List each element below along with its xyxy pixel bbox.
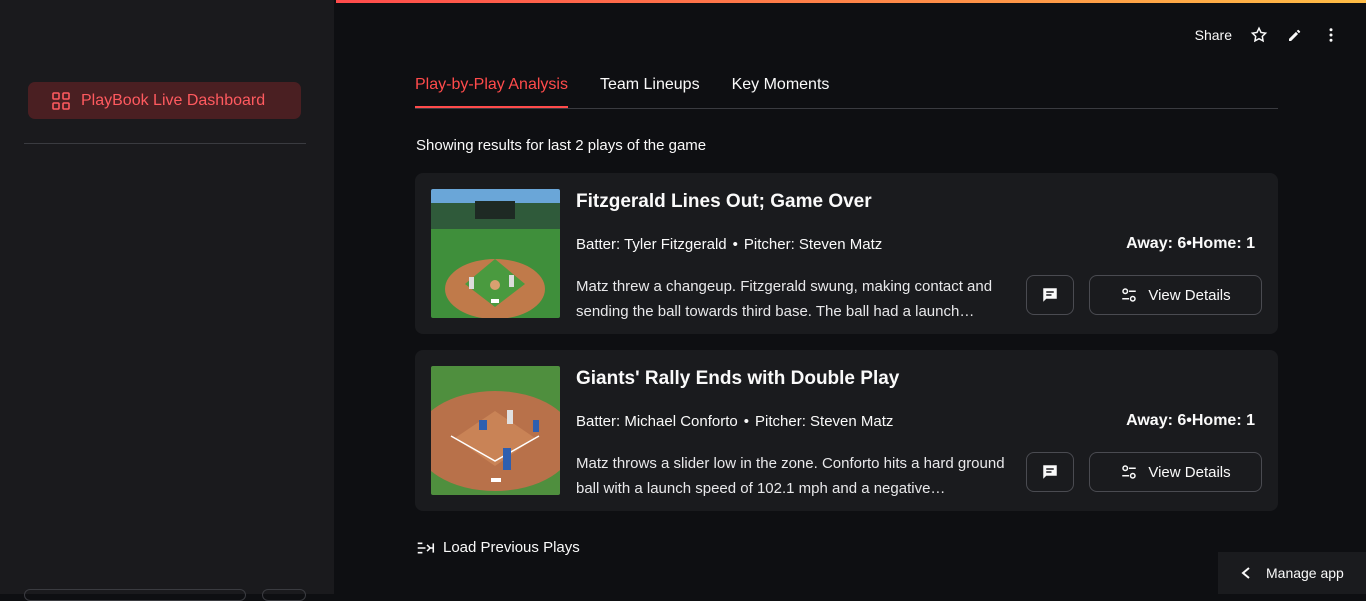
play-matchup: Batter: Michael Conforto • Pitcher: Steven… (576, 413, 893, 430)
tab-team-lineups[interactable]: Team Lineups (600, 72, 700, 108)
dashboard-grid-icon (52, 91, 70, 110)
top-decoration-bar (336, 0, 1366, 3)
home-score: Home: 1 (1191, 412, 1255, 429)
play-title: Fitzgerald Lines Out; Game Over (576, 191, 872, 212)
edit-pencil-icon[interactable] (1286, 26, 1304, 44)
nav-item-label: PlayBook Live Dashboard (81, 91, 266, 109)
play-card: Fitzgerald Lines Out; Game Over Batter: … (415, 173, 1278, 334)
play-score: Away: 6•Home: 1 (1126, 235, 1255, 253)
home-score: Home: 1 (1191, 235, 1255, 252)
sliders-icon (1122, 288, 1137, 302)
play-card: Giants' Rally Ends with Double Play Batt… (415, 350, 1278, 511)
sidebar-bottom-control[interactable] (24, 589, 246, 601)
load-more-icon (417, 542, 435, 553)
view-details-button[interactable]: View Details (1089, 452, 1262, 492)
sidebar-divider (24, 143, 306, 144)
toolbar: Share (1195, 26, 1340, 44)
play-description: Matz threw a changeup. Fitzgerald swung,… (576, 278, 993, 320)
tab-bar: Play-by-Play Analysis Team Lineups Key M… (415, 72, 1278, 109)
play-thumbnail-image (431, 366, 560, 495)
separator-dot: • (743, 413, 750, 430)
away-score: Away: 6 (1126, 412, 1187, 429)
manage-app-label: Manage app (1266, 565, 1344, 581)
batter-text: Batter: Tyler Fitzgerald (576, 236, 727, 253)
tab-play-by-play[interactable]: Play-by-Play Analysis (415, 72, 568, 108)
play-title: Giants' Rally Ends with Double Play (576, 368, 900, 389)
view-details-label: View Details (1148, 463, 1231, 481)
load-previous-plays-button[interactable]: Load Previous Plays (416, 539, 580, 556)
pitcher-text: Pitcher: Steven Matz (755, 413, 894, 430)
sidebar: PlayBook Live Dashboard (0, 0, 334, 601)
share-button[interactable]: Share (1195, 27, 1232, 43)
comment-button[interactable] (1026, 275, 1074, 315)
separator-dot: • (732, 236, 738, 253)
play-matchup: Batter: Tyler Fitzgerald • Pitcher: Steven… (576, 236, 882, 253)
play-thumbnail-image (431, 189, 560, 318)
results-caption: Showing results for last 2 plays of the … (416, 137, 707, 154)
load-previous-label: Load Previous Plays (443, 539, 580, 556)
batter-text: Batter: Michael Conforto (576, 413, 738, 430)
star-icon[interactable] (1250, 26, 1268, 44)
comment-button[interactable] (1026, 452, 1074, 492)
away-score: Away: 6 (1126, 235, 1187, 252)
view-details-label: View Details (1148, 286, 1231, 304)
play-score: Away: 6•Home: 1 (1126, 412, 1255, 430)
more-vertical-icon[interactable] (1322, 26, 1340, 44)
play-description: Matz throws a slider low in the zone. Co… (576, 455, 1005, 497)
pitcher-text: Pitcher: Steven Matz (743, 236, 883, 253)
comment-icon (1043, 465, 1057, 479)
chevron-left-icon (1241, 567, 1250, 579)
nav-item-playbook-live-dashboard[interactable]: PlayBook Live Dashboard (28, 82, 301, 119)
comment-icon (1043, 288, 1057, 302)
sidebar-bottom-button[interactable] (262, 589, 306, 601)
view-details-button[interactable]: View Details (1089, 275, 1262, 315)
tab-key-moments[interactable]: Key Moments (732, 72, 830, 108)
sliders-icon (1122, 465, 1137, 479)
manage-app-button[interactable]: Manage app (1218, 552, 1366, 594)
